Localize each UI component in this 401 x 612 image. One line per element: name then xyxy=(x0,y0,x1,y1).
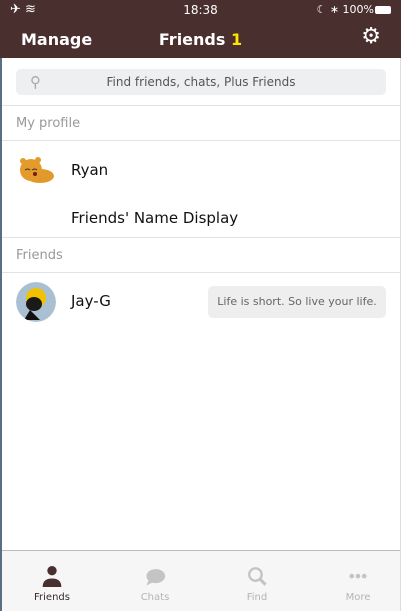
tab-more[interactable]: More xyxy=(308,551,401,612)
search-placeholder: Find friends, chats, Plus Friends xyxy=(106,75,296,89)
section-my-profile: My profile xyxy=(16,116,81,131)
gear-icon[interactable]: ⚙ xyxy=(361,26,381,48)
divider xyxy=(2,272,401,273)
search-input[interactable]: ⚲ Find friends, chats, Plus Friends xyxy=(16,69,386,95)
tab-label: Find xyxy=(246,592,268,603)
section-friends: Friends xyxy=(16,248,63,263)
battery-icon xyxy=(375,6,391,14)
friend-status-message: Life is short. So live your life. xyxy=(208,286,386,318)
jay-g-avatar xyxy=(16,282,56,322)
divider xyxy=(2,237,401,238)
divider xyxy=(2,140,401,141)
title-text: Friends xyxy=(158,30,226,49)
tab-label: More xyxy=(345,592,371,603)
tab-label: Friends xyxy=(34,592,70,603)
search-icon xyxy=(248,567,267,586)
status-right: ☾ ∗ 100% xyxy=(316,3,391,16)
header: ✈ ︎≋ 18:38 ☾ ∗ 100% Manage Friends 1 ⚙ xyxy=(0,0,401,58)
speech-bubble-icon xyxy=(146,569,166,586)
friend-count: 1 xyxy=(230,30,243,49)
tab-chats[interactable]: Chats xyxy=(105,551,205,612)
friends-name-display-option[interactable]: Friends' Name Display xyxy=(71,209,238,227)
tab-find[interactable]: Find xyxy=(207,551,307,612)
friend-name: Jay-G xyxy=(71,292,111,310)
tab-bar: Friends Chats Find More xyxy=(2,550,400,611)
battery-percent: 100% xyxy=(342,3,374,16)
tab-label: Chats xyxy=(140,592,170,603)
moon-icon: ☾ ∗ xyxy=(316,3,343,16)
person-icon xyxy=(42,566,62,587)
more-icon xyxy=(349,573,367,579)
divider xyxy=(2,105,401,106)
profile-name: Ryan xyxy=(71,161,109,179)
tab-friends[interactable]: Friends xyxy=(2,551,102,612)
page-title: Friends 1 xyxy=(0,30,401,49)
search-icon: ⚲ xyxy=(30,73,41,91)
ryan-avatar xyxy=(20,157,54,183)
